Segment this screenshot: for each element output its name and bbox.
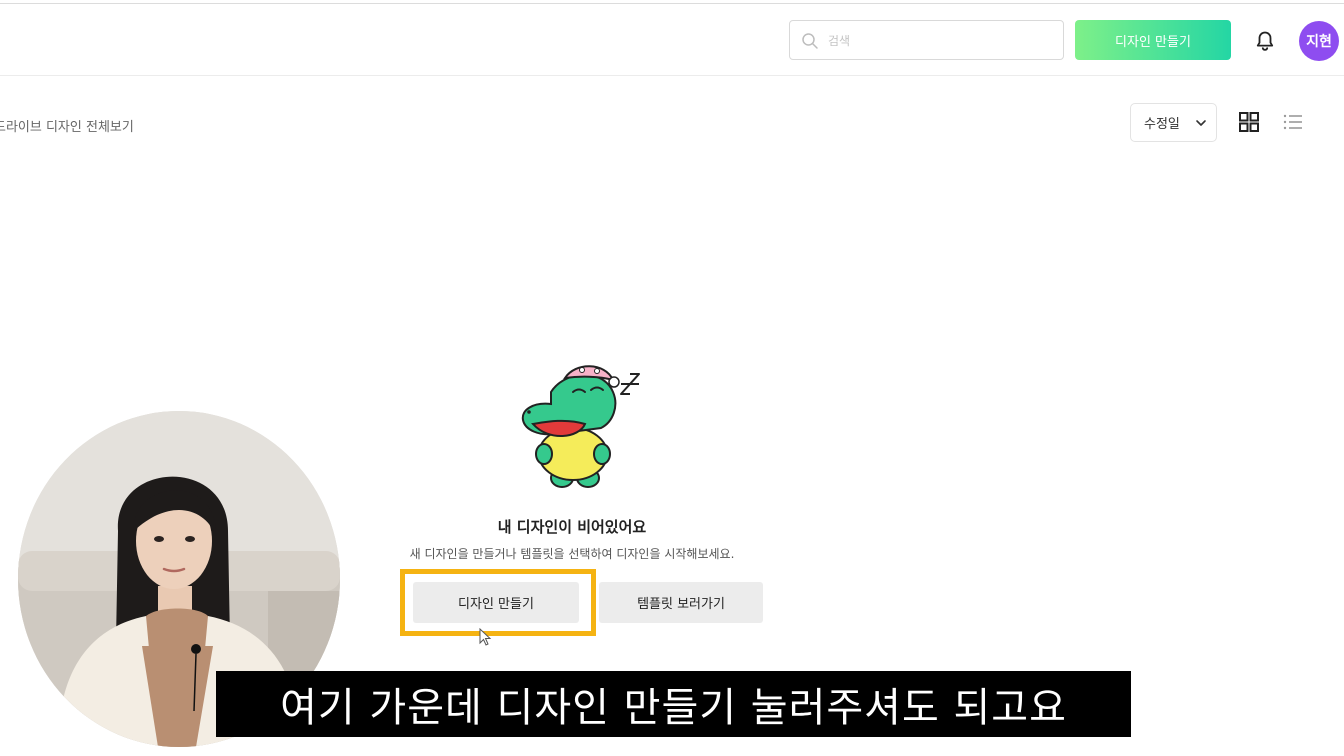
list-view-icon[interactable] <box>1281 110 1305 134</box>
top-header: 디자인 만들기 지현 <box>0 4 1344 76</box>
breadcrumb: 드라이브 디자인 전체보기 <box>0 120 134 135</box>
search-input[interactable] <box>828 29 1053 53</box>
sleeping-crocodile-illustration <box>521 365 640 488</box>
cursor-icon <box>479 628 492 646</box>
bell-icon[interactable] <box>1253 29 1277 53</box>
search-icon <box>802 33 818 49</box>
chevron-down-icon <box>1196 120 1206 126</box>
grid-view-icon[interactable] <box>1237 110 1261 134</box>
create-design-button[interactable]: 디자인 만들기 <box>413 582 579 623</box>
user-avatar[interactable]: 지현 <box>1299 21 1339 61</box>
empty-state-description: 새 디자인을 만들거나 템플릿을 선택하여 디자인을 시작해보세요. <box>409 547 735 561</box>
browse-templates-button[interactable]: 템플릿 보러가기 <box>599 582 763 623</box>
sort-dropdown[interactable]: 수정일 <box>1130 103 1217 142</box>
empty-state-title: 내 디자인이 비어있어요 <box>497 518 647 536</box>
sort-dropdown-label: 수정일 <box>1144 117 1180 132</box>
create-design-button-top[interactable]: 디자인 만들기 <box>1075 20 1231 60</box>
video-subtitle: 여기 가운데 디자인 만들기 눌러주셔도 되고요 <box>216 671 1131 737</box>
search-box[interactable] <box>789 20 1064 60</box>
